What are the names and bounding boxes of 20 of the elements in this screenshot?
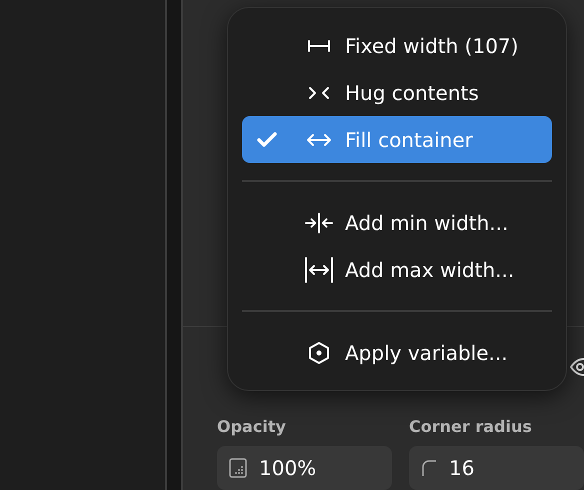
max-width-icon: [304, 256, 334, 282]
opacity-icon: [229, 458, 247, 478]
corner-radius-icon: [421, 459, 437, 477]
input-field[interactable]: 100%: [217, 446, 392, 490]
field-label: Corner radius: [409, 417, 533, 436]
hexagon-icon: [308, 340, 330, 364]
menu-item[interactable]: Add min width...: [242, 199, 552, 246]
field-label: Opacity: [217, 417, 287, 436]
check-icon: [257, 132, 277, 148]
menu-item[interactable]: Fill container: [242, 116, 552, 163]
inward-arrows-icon: [308, 86, 330, 100]
menu-item[interactable]: Fixed width (107): [242, 22, 552, 69]
menu-item[interactable]: Add max width...: [242, 246, 552, 293]
input-field[interactable]: 16: [409, 446, 584, 490]
menu-item[interactable]: Apply variable...: [242, 329, 552, 376]
double-arrow-icon: [306, 132, 332, 146]
eye-icon[interactable]: [570, 356, 584, 378]
menu-item[interactable]: Hug contents: [242, 69, 552, 116]
min-width-icon: [304, 212, 334, 234]
fixed-width-icon: [307, 38, 331, 52]
